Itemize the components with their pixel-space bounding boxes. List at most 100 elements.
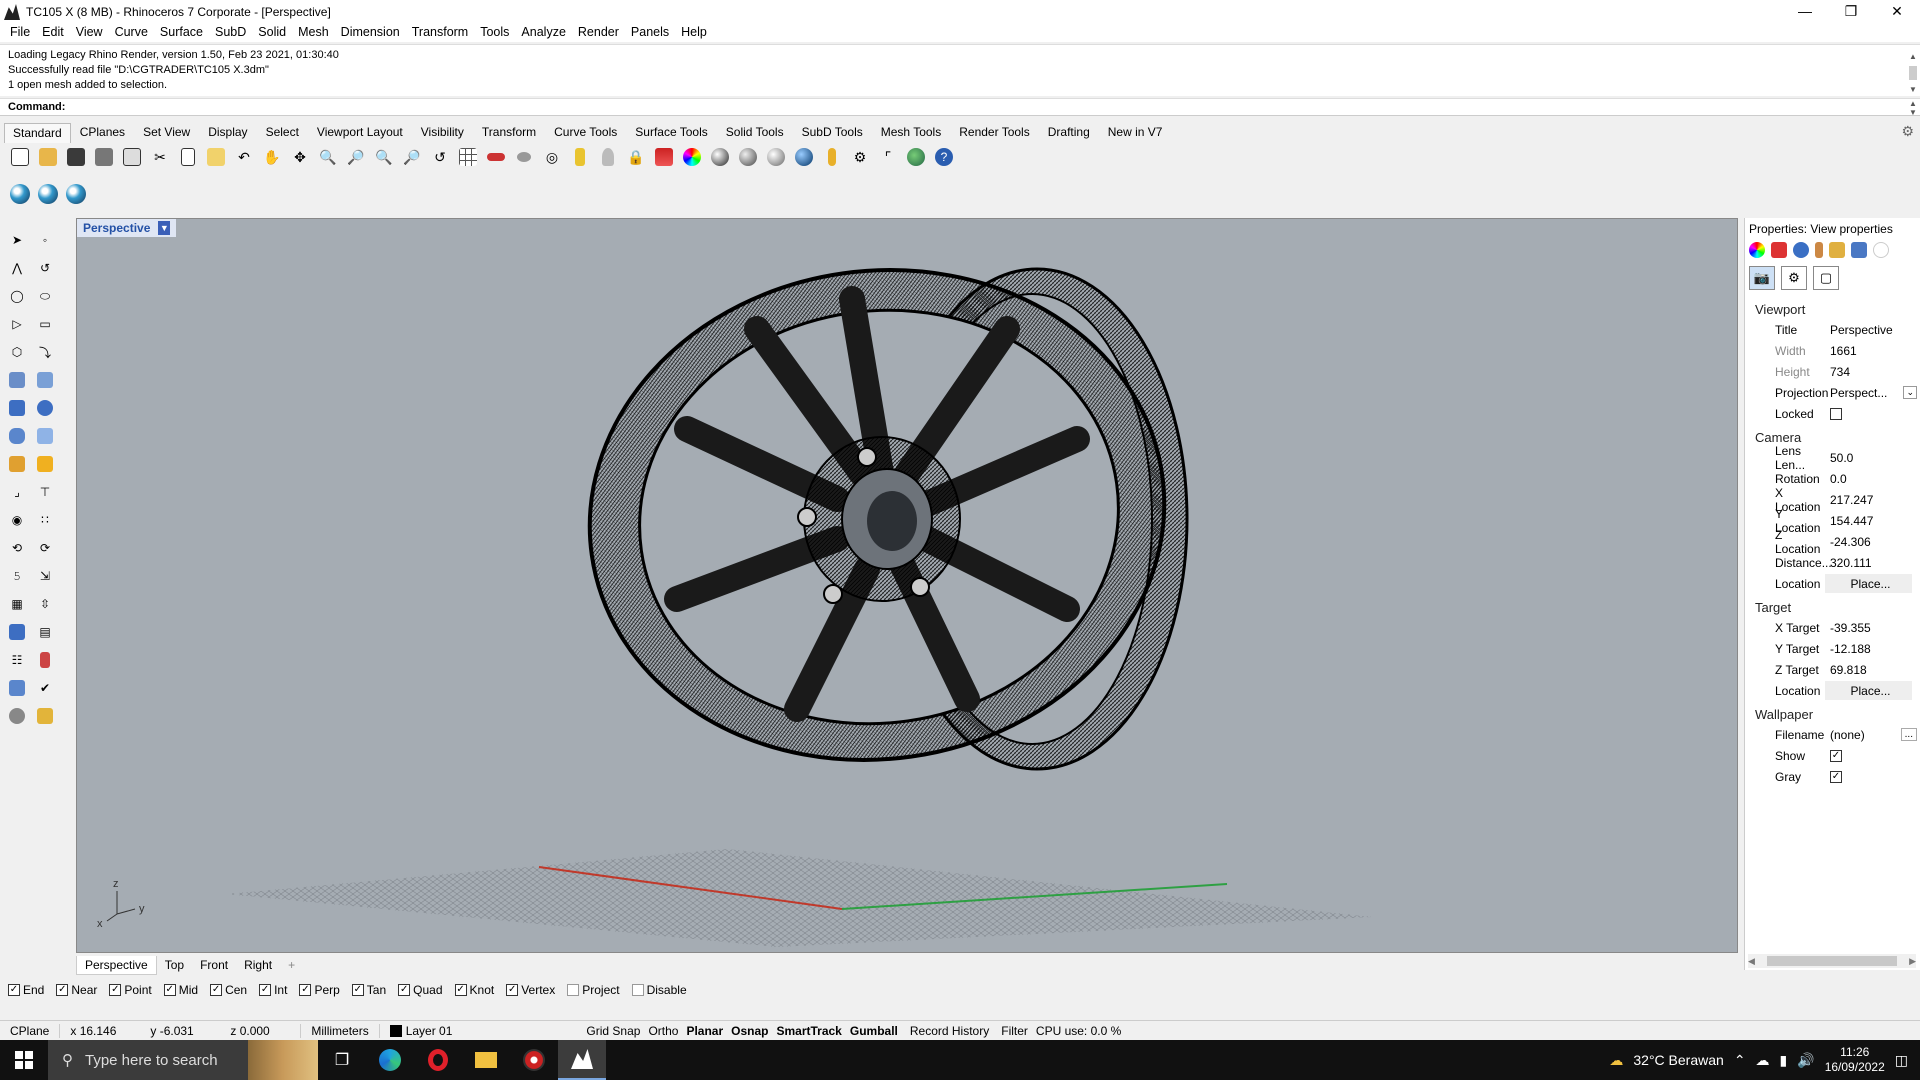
osnap-icon[interactable] <box>568 145 592 169</box>
media-app-icon[interactable] <box>510 1040 558 1080</box>
show-checkbox[interactable]: ✓ <box>1830 749 1842 762</box>
tab-render-tools[interactable]: Render Tools <box>950 122 1039 143</box>
tab-subd-tools[interactable]: SubD Tools <box>793 122 872 143</box>
layers-icon[interactable] <box>1771 242 1787 258</box>
osnap-quad[interactable]: ✓ Quad <box>398 983 443 997</box>
z-target-field[interactable]: 69.818 <box>1825 660 1920 679</box>
history-icon[interactable] <box>34 649 56 671</box>
osnap-point[interactable]: ✓ Point <box>109 983 152 997</box>
menu-dimension[interactable]: Dimension <box>335 25 406 39</box>
osnap-knot[interactable]: ✓ Knot <box>454 983 494 997</box>
osnap-disable[interactable]: Disable <box>631 983 687 997</box>
perspective-viewport[interactable]: Perspective ▼ z y x <box>76 218 1738 953</box>
select-icon[interactable] <box>512 145 536 169</box>
tab-curve-tools[interactable]: Curve Tools <box>545 122 626 143</box>
osnap-near[interactable]: ✓ Near <box>56 983 97 997</box>
tab-mesh-tools[interactable]: Mesh Tools <box>872 122 950 143</box>
tab-new-in-v7[interactable]: New in V7 <box>1099 122 1172 143</box>
notifications-icon[interactable]: ◫ <box>1895 1052 1908 1069</box>
title-field[interactable]: Perspective <box>1825 320 1920 339</box>
y-location-field[interactable]: 154.447 <box>1825 511 1920 530</box>
file-explorer-icon[interactable] <box>462 1040 510 1080</box>
tab-solid-tools[interactable]: Solid Tools <box>717 122 793 143</box>
render-ball-icon[interactable] <box>8 182 32 206</box>
tab-viewport-layout[interactable]: Viewport Layout <box>308 122 412 143</box>
checkbox-checked-icon[interactable]: ✓ <box>163 984 176 996</box>
osnap-project[interactable]: Project <box>567 983 620 997</box>
zoom-extents-icon[interactable]: 🔍 <box>372 145 396 169</box>
layer-selector[interactable]: Layer 01 <box>380 1024 463 1038</box>
checkbox-checked-icon[interactable]: ✓ <box>398 984 411 996</box>
circle-icon[interactable]: ◯ <box>6 285 28 307</box>
weather-cloud-icon[interactable]: ☁ <box>1609 1052 1623 1069</box>
tab-drafting[interactable]: Drafting <box>1039 122 1099 143</box>
zoom-icon[interactable]: 🔍 <box>316 145 340 169</box>
zoom-selected-icon[interactable]: 🔎 <box>400 145 424 169</box>
tray-chevron-icon[interactable]: ⌃ <box>1734 1052 1746 1069</box>
view-frame-icon[interactable]: ▢ <box>1813 266 1839 290</box>
checkbox-unchecked-icon[interactable] <box>567 984 580 996</box>
osnap-tan[interactable]: ✓ Tan <box>351 983 386 997</box>
render-sphere-icon[interactable] <box>792 145 816 169</box>
help-icon[interactable]: ? <box>932 145 956 169</box>
minimize-icon[interactable]: — <box>1782 0 1828 22</box>
checkbox-checked-icon[interactable]: ✓ <box>506 984 519 996</box>
menu-transform[interactable]: Transform <box>406 25 475 39</box>
paste-icon[interactable] <box>204 145 228 169</box>
transform-icon[interactable]: ◉ <box>6 509 28 531</box>
menu-panels[interactable]: Panels <box>625 25 675 39</box>
menu-tools[interactable]: Tools <box>474 25 515 39</box>
close-icon[interactable]: ✕ <box>1874 0 1920 22</box>
fillet-curve-icon[interactable]: ⤵ <box>34 341 56 363</box>
car-icon[interactable] <box>484 145 508 169</box>
osnap-cen[interactable]: ✓ Cen <box>210 983 247 997</box>
rendered-sphere-icon[interactable] <box>736 145 760 169</box>
rectangle-icon[interactable]: ▭ <box>34 313 56 335</box>
color-wheel-icon[interactable] <box>680 145 704 169</box>
web-icon[interactable] <box>904 145 928 169</box>
folder-icon[interactable] <box>1829 242 1845 258</box>
x-location-field[interactable]: 217.247 <box>1825 490 1920 509</box>
browse-button[interactable]: ... <box>1900 728 1917 741</box>
zoom-window-icon[interactable]: 🔎 <box>344 145 368 169</box>
taskbar-search-input[interactable]: ⚲ Type here to search <box>48 1040 318 1080</box>
dimension-tool-icon[interactable]: ⌟ <box>6 481 28 503</box>
checkbox-checked-icon[interactable]: ✓ <box>109 984 122 996</box>
undo-icon[interactable]: ↶ <box>232 145 256 169</box>
select-arrow-icon[interactable]: ➤ <box>6 229 28 251</box>
checkbox-checked-icon[interactable]: ✓ <box>351 984 364 996</box>
tab-visibility[interactable]: Visibility <box>412 122 473 143</box>
copy-icon[interactable] <box>176 145 200 169</box>
export-icon[interactable] <box>120 145 144 169</box>
windows-start-icon[interactable] <box>0 1040 48 1080</box>
gumball-toggle[interactable]: Gumball <box>846 1024 902 1038</box>
osnap-toggle[interactable]: Osnap <box>727 1024 772 1038</box>
settings-wrench-icon[interactable]: ⚙ <box>1781 266 1807 290</box>
scroll-down-icon[interactable]: ▼ <box>1909 82 1917 97</box>
checkbox-unchecked-icon[interactable] <box>631 984 644 996</box>
z-location-field[interactable]: -24.306 <box>1825 532 1920 551</box>
text-tool-icon[interactable]: ⊤ <box>34 481 56 503</box>
x-target-field[interactable]: -39.355 <box>1825 618 1920 637</box>
viewport-tab-front[interactable]: Front <box>192 956 236 974</box>
viewport-tab-top[interactable]: Top <box>157 956 192 974</box>
tab-select[interactable]: Select <box>257 122 308 143</box>
ellipse-icon[interactable]: ⬭ <box>34 285 56 307</box>
menu-analyze[interactable]: Analyze <box>515 25 571 39</box>
checkbox-checked-icon[interactable]: ✓ <box>259 984 272 996</box>
chevron-down-icon[interactable]: ⌄ <box>1903 386 1917 399</box>
osnap-mid[interactable]: ✓ Mid <box>163 983 198 997</box>
filename-field[interactable]: (none)... <box>1825 725 1920 744</box>
grid-snap-toggle[interactable]: Grid Snap <box>582 1024 644 1038</box>
menu-view[interactable]: View <box>70 25 109 39</box>
opera-browser-icon[interactable] <box>414 1040 462 1080</box>
surface-icon[interactable] <box>6 369 28 391</box>
osnap-int[interactable]: ✓ Int <box>259 983 287 997</box>
tab-transform[interactable]: Transform <box>473 122 545 143</box>
array-icon[interactable]: ∷ <box>34 509 56 531</box>
rotate-alt-icon[interactable]: ⟳ <box>34 537 56 559</box>
y-target-field[interactable]: -12.188 <box>1825 639 1920 658</box>
menu-subd[interactable]: SubD <box>209 25 252 39</box>
paint-icon[interactable] <box>34 453 56 475</box>
render-ball-alt-icon[interactable] <box>64 182 88 206</box>
